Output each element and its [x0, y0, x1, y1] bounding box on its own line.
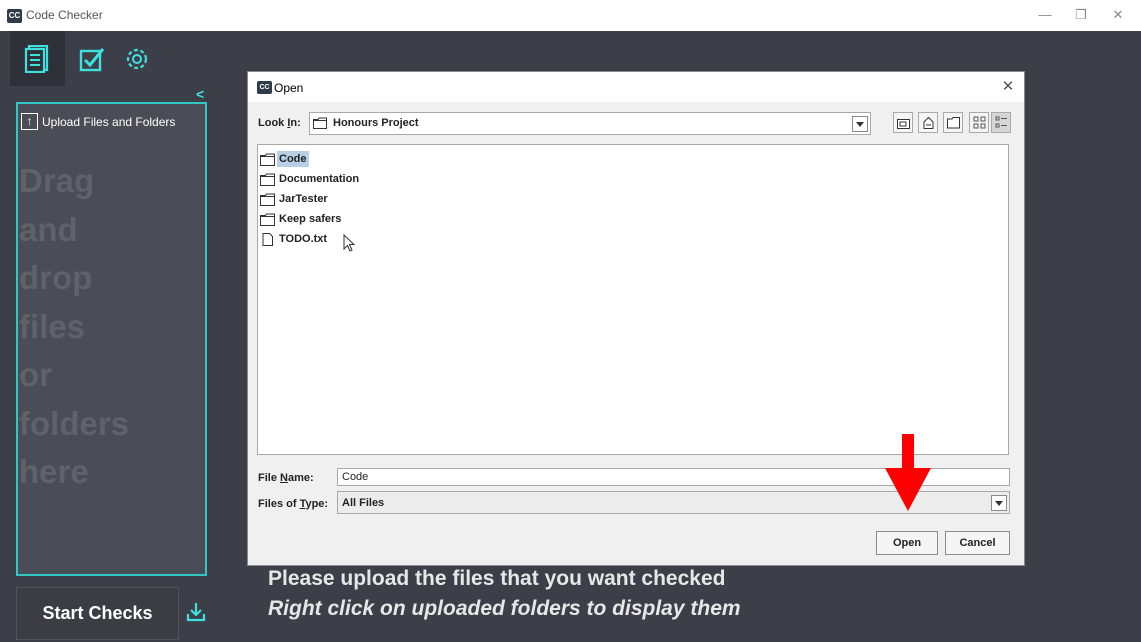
- new-folder-icon: [947, 117, 960, 129]
- mouse-cursor-icon: [343, 234, 356, 252]
- upload-label: Upload Files and Folders: [42, 115, 176, 129]
- files-of-type-label: Files of Type:: [258, 498, 329, 510]
- start-checks-button[interactable]: Start Checks: [16, 587, 179, 640]
- up-folder-icon: [897, 119, 910, 129]
- file-name-label: File Name:: [258, 472, 314, 484]
- files-of-type-value: All Files: [342, 497, 385, 509]
- drag-line: files: [19, 307, 86, 345]
- annotation-arrow-icon: [885, 434, 931, 511]
- home-button[interactable]: [918, 112, 938, 133]
- tab-files[interactable]: [10, 31, 65, 86]
- drag-line: drop: [19, 259, 93, 296]
- drag-line: folders: [19, 404, 130, 442]
- open-button[interactable]: Open: [876, 531, 938, 555]
- gear-icon[interactable]: [124, 45, 150, 73]
- look-in-label: Look In:: [258, 117, 301, 129]
- drag-line: or: [19, 356, 52, 393]
- dialog-title: Open: [274, 81, 304, 95]
- file-list[interactable]: Code Documentation JarTester Keep safers…: [257, 144, 1009, 455]
- folder-icon: [260, 213, 275, 226]
- list-view-button[interactable]: [969, 112, 989, 133]
- file-name: Documentation: [279, 173, 360, 185]
- folder-icon: [313, 117, 327, 129]
- dialog-close-icon[interactable]: ✕: [998, 77, 1018, 97]
- chevron-down-icon[interactable]: [991, 495, 1007, 511]
- sidebar: < ↑ Upload Files and Folders Drag and dr…: [10, 31, 211, 642]
- minimize-icon[interactable]: —: [1031, 5, 1059, 25]
- document-icon: [24, 45, 49, 73]
- window-title: Code Checker: [26, 8, 103, 22]
- upload-hint: Please upload the files that you want ch…: [268, 567, 726, 590]
- close-icon[interactable]: ✕: [1104, 5, 1132, 25]
- window-titlebar: CC Code Checker — ❐ ✕: [0, 0, 1141, 31]
- folder-hint: Right click on uploaded folders to displ…: [268, 597, 741, 620]
- drag-drop-hint: Drag and drop files or folders here: [19, 157, 204, 497]
- checkbox-icon[interactable]: [79, 45, 105, 73]
- dialog-app-icon: CC: [257, 81, 272, 94]
- file-name: Keep safers: [279, 213, 342, 225]
- drag-line: here: [19, 453, 89, 490]
- new-folder-button[interactable]: [943, 112, 963, 133]
- home-icon: [923, 116, 934, 129]
- cancel-button[interactable]: Cancel: [945, 531, 1010, 555]
- app-icon: CC: [7, 9, 22, 23]
- drag-line: and: [19, 210, 78, 248]
- download-icon[interactable]: [186, 602, 206, 622]
- drag-line: Drag: [19, 162, 95, 199]
- chevron-down-icon[interactable]: [852, 116, 868, 132]
- file-name: Code: [277, 151, 309, 167]
- upload-icon: ↑: [21, 113, 38, 130]
- collapse-sidebar-button[interactable]: <: [196, 86, 204, 102]
- folder-icon: [260, 193, 275, 206]
- file-name: TODO.txt: [279, 233, 328, 245]
- up-one-level-button[interactable]: [893, 112, 913, 133]
- file-name: JarTester: [279, 193, 328, 205]
- drop-zone[interactable]: ↑ Upload Files and Folders Drag and drop…: [16, 102, 207, 576]
- dialog-titlebar: CC Open ✕: [248, 72, 1024, 102]
- file-icon: [262, 233, 273, 246]
- details-view-button[interactable]: [991, 112, 1011, 133]
- folder-icon: [260, 153, 275, 166]
- folder-icon: [260, 173, 275, 186]
- list-view-icon: [973, 116, 986, 129]
- look-in-value: Honours Project: [333, 117, 419, 129]
- restore-icon[interactable]: ❐: [1067, 5, 1095, 25]
- look-in-dropdown[interactable]: Honours Project: [309, 112, 871, 135]
- details-view-icon: [995, 116, 1007, 128]
